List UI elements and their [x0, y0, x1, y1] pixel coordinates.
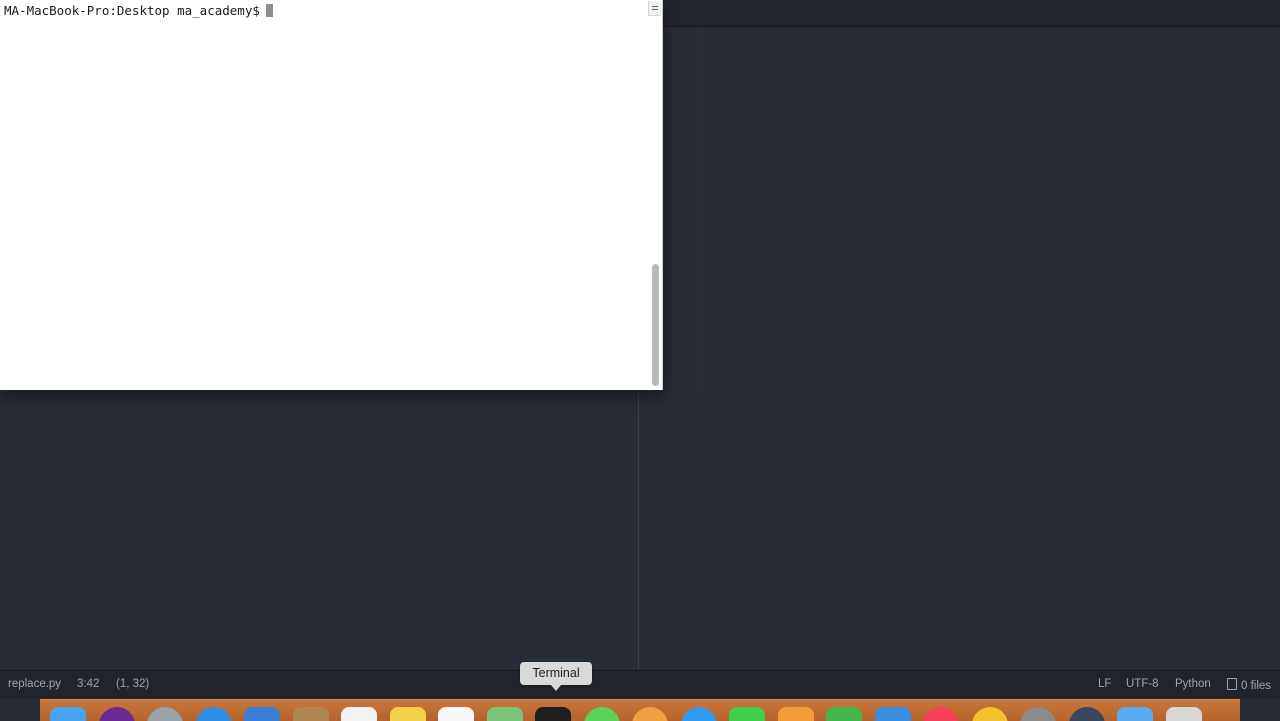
terminal-prompt-line[interactable]: MA-MacBook-Pro:Desktop ma_academy$	[4, 3, 273, 19]
dock	[40, 699, 1240, 721]
status-line-ending[interactable]: LF	[1098, 678, 1111, 690]
reminders-icon[interactable]	[438, 707, 474, 721]
finder-icon[interactable]	[50, 707, 86, 721]
dock-tooltip: Terminal	[520, 662, 592, 691]
terminal-cursor	[265, 4, 273, 17]
terminal-window[interactable]: MA-MacBook-Pro:Desktop ma_academy$	[0, 0, 663, 390]
maps-icon[interactable]	[486, 707, 523, 721]
messages-icon[interactable]	[583, 707, 620, 721]
terminal-prompt: MA-MacBook-Pro:Desktop ma_academy$	[4, 3, 260, 18]
terminal-split-button[interactable]	[648, 1, 661, 16]
siri-icon[interactable]	[98, 707, 135, 721]
status-grammar[interactable]: Python	[1175, 678, 1211, 690]
pane-divider	[698, 26, 699, 390]
mail-icon[interactable]	[244, 707, 280, 721]
status-files[interactable]: 0 files	[1227, 678, 1271, 692]
status-encoding[interactable]: UTF-8	[1126, 678, 1159, 690]
atom-icon[interactable]	[1068, 707, 1105, 721]
system-preferences-icon[interactable]	[1020, 707, 1056, 721]
contacts-icon[interactable]	[292, 707, 329, 721]
status-time: 3:42	[77, 678, 100, 690]
keynote-icon[interactable]	[874, 707, 911, 721]
trash-icon[interactable]	[1165, 707, 1202, 721]
books-icon[interactable]	[777, 707, 814, 721]
status-filename[interactable]: replace.py	[8, 678, 61, 690]
status-files-label: 0 files	[1241, 680, 1272, 692]
photos-icon[interactable]	[632, 707, 668, 721]
editor-tab-bar	[662, 0, 1280, 27]
music-icon[interactable]	[923, 707, 959, 721]
terminal-scrollbar[interactable]	[652, 264, 659, 386]
status-cursor-position[interactable]: (1, 32)	[116, 678, 149, 690]
notes-icon[interactable]	[389, 707, 426, 721]
downloads-folder-icon[interactable]	[1117, 707, 1153, 721]
file-icon	[1227, 678, 1237, 690]
calendar-icon[interactable]	[341, 707, 377, 721]
launchpad-icon[interactable]	[147, 707, 183, 721]
emoji-icon[interactable]	[971, 707, 1008, 721]
terminal-icon[interactable]	[535, 707, 571, 721]
safari-icon[interactable]	[195, 707, 232, 721]
status-bar: replace.py 3:42 (1, 32) LF UTF-8 Python …	[0, 670, 1280, 699]
numbers-icon[interactable]	[826, 707, 862, 721]
facetime-icon[interactable]	[729, 707, 765, 721]
appstore-icon[interactable]	[680, 707, 717, 721]
pane-divider-lower	[638, 390, 639, 670]
